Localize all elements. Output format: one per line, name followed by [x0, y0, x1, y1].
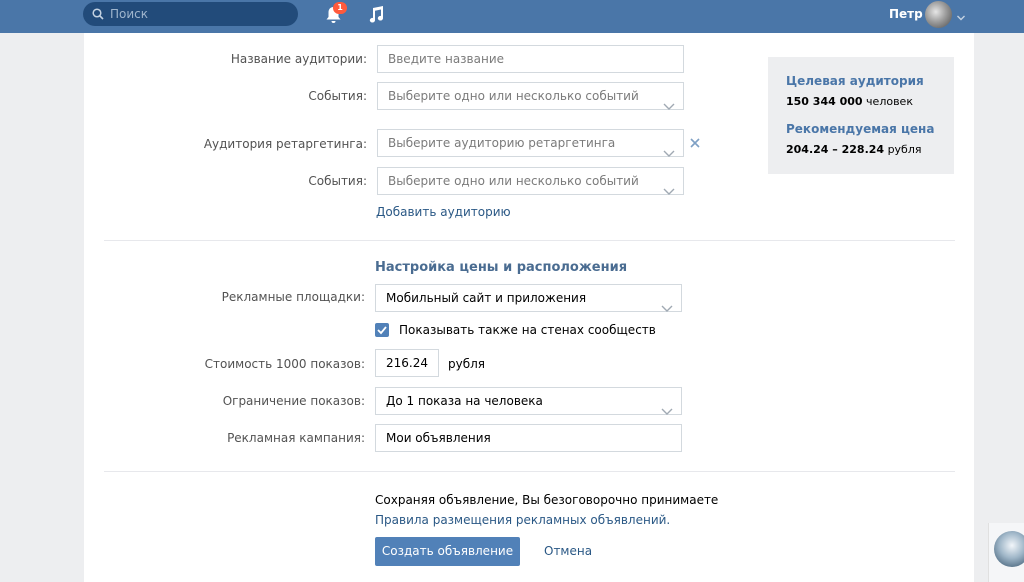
events2-select[interactable]: Выберите одно или несколько событий	[377, 167, 684, 195]
search-placeholder: Поиск	[110, 7, 149, 21]
agreement-text: Сохраняя объявление, Вы безоговорочно пр…	[375, 493, 719, 507]
music-icon[interactable]	[369, 6, 384, 26]
limit-label: Ограничение показов:	[222, 394, 365, 408]
divider	[104, 240, 955, 241]
cost-label: Стоимость 1000 показов:	[204, 357, 365, 371]
platforms-select[interactable]: Мобильный сайт и приложения	[375, 284, 682, 312]
audience-name-input[interactable]: Введите название	[377, 45, 684, 73]
chevron-down-icon	[663, 93, 675, 119]
create-ad-button[interactable]: Создать объявление	[375, 537, 520, 566]
cost-unit: рубля	[448, 357, 486, 371]
floating-widget[interactable]	[988, 523, 1024, 582]
show-on-walls-label[interactable]: Показывать также на стенах сообществ	[399, 323, 656, 337]
notifications-badge: 1	[333, 2, 347, 14]
divider	[104, 471, 955, 472]
search-input[interactable]: Поиск	[83, 2, 298, 26]
add-audience-link[interactable]: Добавить аудиторию	[376, 205, 511, 219]
chevron-down-icon[interactable]	[957, 10, 965, 24]
target-audience-title: Целевая аудитория	[786, 74, 924, 88]
retarget-audience-select[interactable]: Выберите аудиторию ретаргетинга	[377, 129, 684, 157]
avatar[interactable]	[925, 1, 952, 28]
cost-value: 216.24	[386, 356, 428, 370]
target-audience-value: 150 344 000 человек	[786, 95, 913, 108]
campaign-input[interactable]: Мои объявления	[375, 424, 682, 452]
events2-placeholder: Выберите одно или несколько событий	[388, 174, 639, 188]
campaign-label: Рекламная кампания:	[227, 431, 365, 445]
chevron-down-icon	[661, 295, 673, 321]
show-on-walls-checkbox[interactable]	[375, 323, 389, 337]
retarget-placeholder: Выберите аудиторию ретаргетинга	[388, 136, 616, 150]
search-icon	[92, 8, 104, 23]
user-name[interactable]: Петр	[889, 7, 923, 21]
recommended-price-unit: рубля	[887, 143, 922, 156]
events-label: События:	[308, 89, 367, 103]
rules-link[interactable]: Правила размещения рекламных объявлений.	[375, 513, 670, 527]
target-audience-count: 150 344 000	[786, 95, 863, 108]
target-audience-unit: человек	[866, 95, 913, 108]
cost-input[interactable]: 216.24	[375, 349, 439, 377]
campaign-value: Мои объявления	[386, 431, 491, 445]
chevron-down-icon	[663, 140, 675, 166]
recommended-price-range: 204.24 – 228.24	[786, 143, 885, 156]
chevron-down-icon	[663, 178, 675, 204]
events-select[interactable]: Выберите одно или несколько событий	[377, 82, 684, 110]
remove-audience-icon[interactable]	[690, 137, 700, 151]
chevron-down-icon	[661, 398, 673, 424]
audience-name-label: Название аудитории:	[230, 52, 367, 66]
pricing-section-title: Настройка цены и расположения	[375, 260, 628, 275]
audience-name-placeholder: Введите название	[388, 52, 505, 66]
checkmark-icon	[377, 326, 387, 335]
globe-image	[994, 531, 1024, 567]
platforms-label: Рекламные площадки:	[221, 290, 365, 304]
limit-select[interactable]: До 1 показа на человека	[375, 387, 682, 415]
recommended-price-value: 204.24 – 228.24 рубля	[786, 143, 922, 156]
platforms-value: Мобильный сайт и приложения	[386, 291, 587, 305]
cancel-button[interactable]: Отмена	[544, 544, 592, 558]
audience-summary-box: Целевая аудитория 150 344 000 человек Ре…	[768, 57, 954, 174]
retarget-audience-label: Аудитория ретаргетинга:	[203, 137, 367, 151]
recommended-price-title: Рекомендуемая цена	[786, 122, 935, 136]
events-placeholder: Выберите одно или несколько событий	[388, 89, 639, 103]
events2-label: События:	[308, 174, 367, 188]
limit-value: До 1 показа на человека	[386, 394, 543, 408]
top-bar: Поиск 1 Петр	[0, 0, 1024, 33]
